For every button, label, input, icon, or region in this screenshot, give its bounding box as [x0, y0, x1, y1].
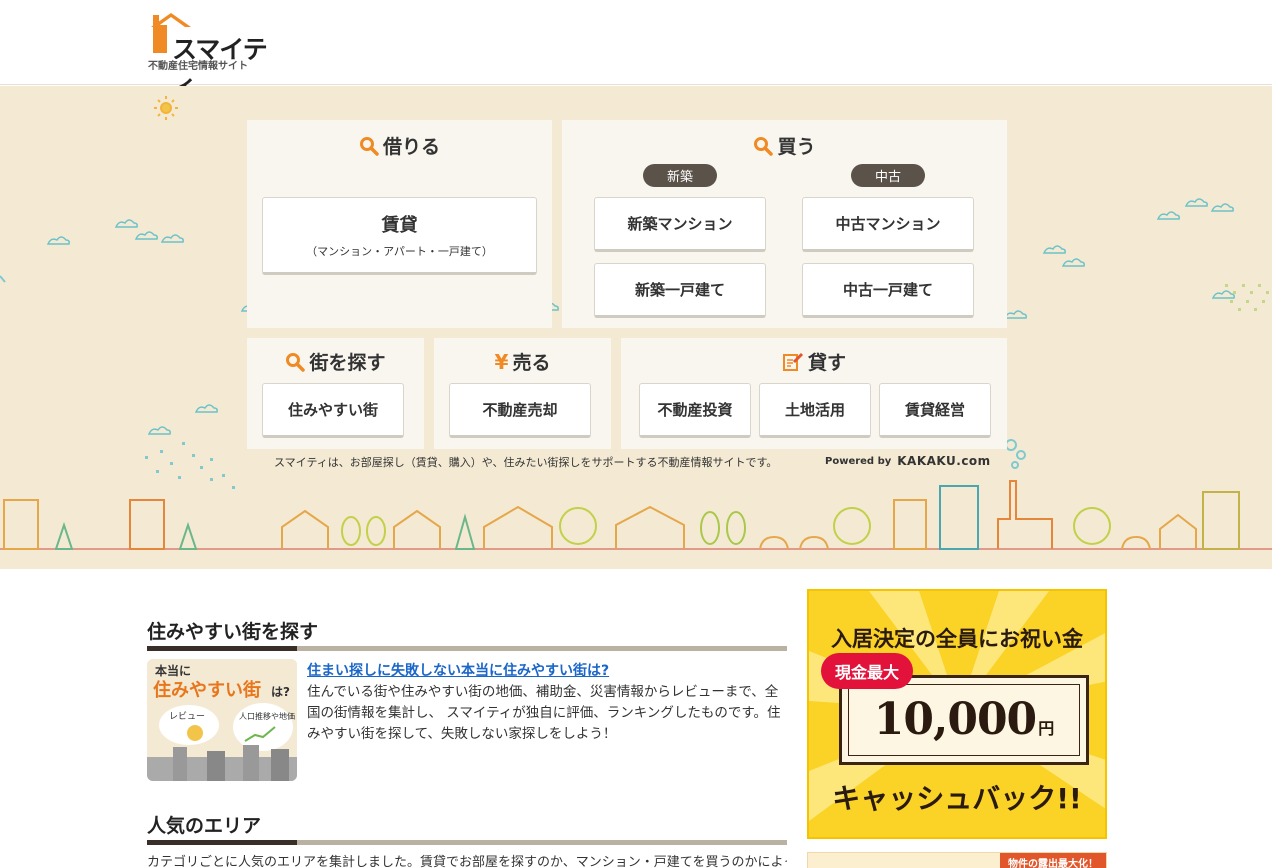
thumb-bubble-1: レビュー: [169, 711, 205, 722]
site-header: スマイティ 不動産住宅情報サイト: [0, 0, 1272, 100]
town-title-text: 街を探す: [309, 352, 386, 374]
thumb-text-2: 住みやすい街: [153, 679, 261, 701]
town-panel-title: 街を探す: [247, 348, 424, 375]
thumb-bubble-2: 人口推移や地価: [239, 711, 295, 721]
new-house-button[interactable]: 新築一戸建て: [594, 263, 766, 318]
livable-town-button[interactable]: 住みやすい街: [262, 383, 404, 438]
secondary-ad-banner[interactable]: 物件の露出最大化！: [807, 852, 1107, 868]
rent-panel-title: 借りる: [247, 132, 552, 159]
section-title: 住みやすい街を探す: [147, 621, 319, 643]
ad-title: 入居決定の全員にお祝い金: [831, 627, 1083, 651]
lend-panel: 貸す 不動産投資 土地活用 賃貸経営: [621, 338, 1007, 449]
sell-title-text: 売る: [512, 352, 551, 374]
sell-panel: ¥ 売る 不動産売却: [434, 338, 611, 449]
thumb-text-1: 本当に: [155, 663, 191, 678]
lend-panel-title: 貸す: [621, 348, 1007, 375]
new-label-pill: 新築: [643, 164, 717, 187]
lend-title-text: 貸す: [807, 352, 846, 374]
ad-amount: 10,000: [873, 694, 1037, 745]
buy-panel: 買う 新築 中古 新築マンション 中古マンション 新築一戸建て 中古一戸建て: [562, 120, 1007, 328]
rent-button[interactable]: 賃貸 （マンション・アパート・一戸建て）: [262, 197, 537, 275]
section-livable-town: 住みやすい街を探す: [147, 617, 787, 651]
popular-area-description: カテゴリごとに人気のエリアを集計しました。賃貸でお部屋を探すのか、マンション・戸…: [147, 855, 787, 868]
hero-search-area: 借りる 賃貸 （マンション・アパート・一戸建て） 買う 新築 中古 新築マンショ…: [0, 86, 1272, 569]
search-icon: [359, 136, 379, 156]
buy-panel-title: 買う: [562, 132, 1007, 159]
rental-management-button[interactable]: 賃貸経営: [879, 383, 991, 438]
used-mansion-button[interactable]: 中古マンション: [802, 197, 974, 252]
document-pen-icon: [782, 352, 804, 371]
section-title: 人気のエリア: [147, 815, 262, 837]
rent-button-sublabel: （マンション・アパート・一戸建て）: [306, 245, 493, 258]
ad-unit: 円: [1038, 719, 1055, 738]
ad-badge: 現金最大: [821, 653, 913, 689]
town-panel: 街を探す 住みやすい街: [247, 338, 424, 449]
section-divider: [147, 840, 787, 845]
site-tagline: スマイティは、お部屋探し（賃貸、購入）や、住みたい街探しをサポートする不動産情報…: [274, 456, 778, 469]
land-use-button[interactable]: 土地活用: [759, 383, 871, 438]
rent-title-text: 借りる: [382, 136, 440, 158]
used-label-pill: 中古: [851, 164, 925, 187]
sell-panel-title: ¥ 売る: [434, 348, 611, 375]
livable-town-article-link[interactable]: 住まい探しに失敗しない本当に住みやすい街は?: [307, 660, 609, 680]
site-logo[interactable]: スマイティ 不動産住宅情報サイト: [148, 12, 278, 100]
cashback-ad-banner[interactable]: 入居決定の全員にお祝い金 現金最大 10,000 円 キャッシュバック!!: [807, 589, 1107, 839]
livable-town-illustration: 本当に 住みやすい街 は? レビュー 人口推移や地価: [147, 659, 297, 781]
new-mansion-button[interactable]: 新築マンション: [594, 197, 766, 252]
livable-town-description: 住んでいる街や住みやすい街の地価、補助金、災害情報からレビューまで、全国の街情報…: [307, 684, 781, 742]
search-icon: [754, 136, 774, 156]
thumb-text-3: は?: [271, 685, 290, 699]
buy-title-text: 買う: [777, 136, 816, 158]
kakaku-logo: KAKAKU.com: [897, 454, 991, 468]
rent-panel: 借りる 賃貸 （マンション・アパート・一戸建て）: [247, 120, 552, 328]
used-house-button[interactable]: 中古一戸建て: [802, 263, 974, 318]
powered-by[interactable]: Powered by KAKAKU.com: [825, 454, 991, 468]
section-divider: [147, 646, 787, 651]
logo-subtitle: 不動産住宅情報サイト: [148, 61, 248, 72]
investment-button[interactable]: 不動産投資: [639, 383, 751, 438]
property-sale-button[interactable]: 不動産売却: [449, 383, 591, 438]
search-icon: [286, 352, 306, 372]
ad2-ribbon: 物件の露出最大化！: [1000, 853, 1106, 868]
livable-town-thumbnail[interactable]: 本当に 住みやすい街 は? レビュー 人口推移や地価: [147, 659, 297, 781]
yen-icon: ¥: [494, 349, 509, 374]
ad-footer: キャッシュバック!!: [832, 782, 1082, 815]
section-popular-area: 人気のエリア: [147, 811, 787, 845]
powered-by-label: Powered by: [825, 455, 892, 467]
rent-button-label: 賃貸: [381, 215, 418, 236]
sun-icon: [154, 96, 178, 120]
